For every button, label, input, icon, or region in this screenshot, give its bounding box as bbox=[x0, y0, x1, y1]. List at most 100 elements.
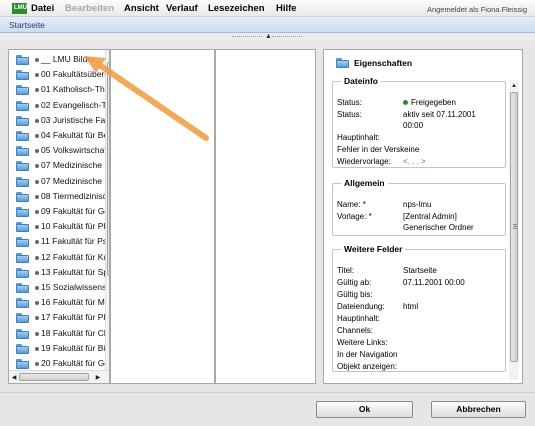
tree-item[interactable]: 01 Katholisch-Theologische Fakultät bbox=[9, 82, 105, 97]
tree-item-label: 01 Katholisch-Theologische Fakultät bbox=[41, 84, 105, 95]
vorlage-type: Generischer Ordner bbox=[403, 223, 474, 232]
tree-item-label: 07 Medizinische Fakultät bbox=[41, 175, 105, 186]
splitter-grip-left bbox=[232, 36, 262, 38]
scroll-left-icon[interactable]: ◀ bbox=[9, 374, 19, 382]
tree-item[interactable]: 07 Medizinische Fakultät bbox=[9, 158, 105, 173]
folder-icon bbox=[16, 176, 29, 187]
tree-item[interactable]: 15 Sozialwissenschaftliche Fakultät bbox=[9, 280, 105, 295]
weitere-felder-legend: Weitere Felder bbox=[344, 244, 403, 254]
tree-item[interactable]: 09 Fakultät für Geschichts- und Kunstwis… bbox=[9, 204, 105, 219]
folder-icon bbox=[16, 161, 29, 172]
gueltig-ab-value: 07.11.2001 00:00 bbox=[403, 278, 465, 287]
tree-item[interactable]: 05 Volkswirtschaftliche Fakultät bbox=[9, 143, 105, 158]
folder-icon bbox=[16, 328, 29, 339]
breadcrumb[interactable]: Startseite bbox=[9, 20, 45, 30]
splitter[interactable]: ▲ bbox=[0, 33, 535, 41]
folder-icon bbox=[16, 359, 29, 369]
status-label: Status: bbox=[337, 110, 362, 119]
tree-item[interactable]: __ LMU Bilder bbox=[9, 52, 105, 67]
titel-label: Titel: bbox=[337, 266, 355, 275]
tree-item-label: 13 Fakultät für Sprach- und Literaturwis… bbox=[41, 266, 105, 277]
tree-item-label: 12 Fakultät für Kulturwissenschaften bbox=[41, 251, 105, 262]
folder-icon bbox=[16, 55, 29, 65]
bullet-icon bbox=[35, 149, 39, 154]
folder-icon bbox=[16, 237, 29, 248]
tree-item[interactable]: 10 Fakultät für Philosophie bbox=[9, 219, 105, 234]
folder-icon bbox=[16, 85, 29, 96]
tree-item[interactable]: 04 Fakultät für Betriebswirtschaft bbox=[9, 128, 105, 143]
tree-item[interactable]: 03 Juristische Fakultät bbox=[9, 113, 105, 128]
tree-item[interactable]: 11 Fakultät für Psychologie bbox=[9, 234, 105, 249]
grip-line bbox=[513, 224, 517, 225]
tree-item[interactable]: 00 Fakultätsübergreifend bbox=[9, 67, 105, 82]
tree-item[interactable]: 08 Tiermedizinische Fakultät bbox=[9, 189, 105, 204]
objekt-anzeigen-label: Objekt anzeigen: bbox=[337, 362, 398, 371]
scroll-right-icon[interactable]: ▶ bbox=[93, 374, 103, 382]
properties-scrollbar[interactable]: ▲ bbox=[509, 80, 519, 380]
wiedervorlage-label: Wiedervorlage: bbox=[337, 157, 391, 166]
bullet-icon bbox=[35, 179, 39, 184]
bullet-icon bbox=[35, 362, 39, 366]
grip-line bbox=[513, 228, 517, 229]
bullet-icon bbox=[35, 225, 39, 230]
menu-bearbeiten[interactable]: Bearbeiten bbox=[65, 3, 114, 14]
gueltig-ab-label: Gültig ab: bbox=[337, 278, 372, 287]
tree-item[interactable]: 13 Fakultät für Sprach- und Literaturwis… bbox=[9, 265, 105, 280]
folder-icon bbox=[16, 267, 29, 278]
ok-button[interactable]: Ok bbox=[316, 401, 413, 418]
status-active-time: 00:00 bbox=[403, 121, 424, 130]
breadcrumb-bar: Startseite bbox=[0, 17, 535, 33]
properties-scroll-thumb[interactable] bbox=[510, 92, 518, 362]
menu-datei[interactable]: Datei bbox=[31, 3, 54, 14]
tree-item[interactable]: 16 Fakultät für Mathematik bbox=[9, 295, 105, 310]
collapse-up-icon[interactable]: ▲ bbox=[265, 33, 272, 41]
hauptinhalt-label: Hauptinhalt: bbox=[337, 133, 380, 142]
tree-item-label: 00 Fakultätsübergreifend bbox=[41, 69, 105, 80]
tree-item[interactable]: 18 Fakultät für Chemie bbox=[9, 326, 105, 341]
weitere-felder-group: Weitere Felder Titel: Startseite Gültig … bbox=[332, 244, 506, 372]
tree-item-label: 16 Fakultät für Mathematik bbox=[41, 297, 105, 308]
dateinfo-legend: Dateinfo bbox=[344, 76, 378, 86]
folder-tree: __ LMU Bilder 00 Fakultätsübergreifend 01 … bbox=[8, 49, 110, 384]
bullet-icon bbox=[35, 134, 39, 138]
tree-item[interactable]: 20 Fakultät für Geowissenschaften bbox=[9, 356, 105, 370]
folder-icon bbox=[16, 115, 29, 126]
fehler-text: Fehler in der Verskeine bbox=[337, 145, 420, 154]
dateiendung-value: html bbox=[403, 302, 419, 311]
folder-icon bbox=[16, 146, 29, 157]
folder-icon bbox=[336, 58, 349, 68]
tree-item-label: 11 Fakultät für Psychologie bbox=[41, 236, 105, 247]
weitere-links-label: Weitere Links: bbox=[337, 338, 388, 347]
tree-item-label: 04 Fakultät für Betriebswirtschaft bbox=[41, 130, 105, 140]
menu-verlauf[interactable]: Verlauf bbox=[166, 3, 198, 14]
gueltig-bis-label: Gültig bis: bbox=[337, 290, 373, 299]
status-label: Status: bbox=[337, 98, 362, 107]
dialog-footer: Ok Abbrechen bbox=[0, 392, 535, 426]
bullet-icon bbox=[35, 210, 39, 214]
tree-item-label: 07 Medizinische Fakultät bbox=[41, 160, 105, 171]
cancel-button[interactable]: Abbrechen bbox=[431, 401, 526, 418]
menu-lesezeichen[interactable]: Lesezeichen bbox=[208, 3, 265, 14]
hauptinhalt-field-label: Hauptinhalt: bbox=[337, 314, 380, 323]
bullet-icon bbox=[35, 301, 39, 306]
tree-item-label: 02 Evangelisch-Theologische Fakultät bbox=[41, 99, 105, 110]
bullet-icon bbox=[35, 73, 39, 78]
menu-hilfe[interactable]: Hilfe bbox=[276, 3, 297, 14]
splitter-grip-right bbox=[272, 36, 302, 38]
tree-item[interactable]: 17 Fakultät für Physik bbox=[9, 310, 105, 325]
tree-item[interactable]: 07 Medizinische Fakultät bbox=[9, 174, 105, 189]
tree-hscroll-thumb[interactable] bbox=[19, 373, 89, 381]
tree-item[interactable]: 19 Fakultät für Biologie bbox=[9, 341, 105, 356]
tree-item-label: __ LMU Bilder bbox=[41, 54, 95, 64]
folder-icon bbox=[16, 70, 29, 81]
wiedervorlage-link[interactable]: <. . . > bbox=[403, 157, 426, 166]
bullet-icon bbox=[35, 331, 39, 336]
tree-horizontal-scrollbar[interactable]: ◀ ▶ bbox=[9, 370, 109, 383]
scroll-up-icon[interactable]: ▲ bbox=[509, 82, 519, 90]
tree-item[interactable]: 12 Fakultät für Kulturwissenschaften bbox=[9, 250, 105, 265]
bullet-icon bbox=[35, 103, 39, 108]
menu-ansicht[interactable]: Ansicht bbox=[124, 3, 159, 14]
bullet-icon bbox=[35, 240, 39, 245]
content-column-3 bbox=[215, 49, 316, 384]
tree-item[interactable]: 02 Evangelisch-Theologische Fakultät bbox=[9, 98, 105, 113]
